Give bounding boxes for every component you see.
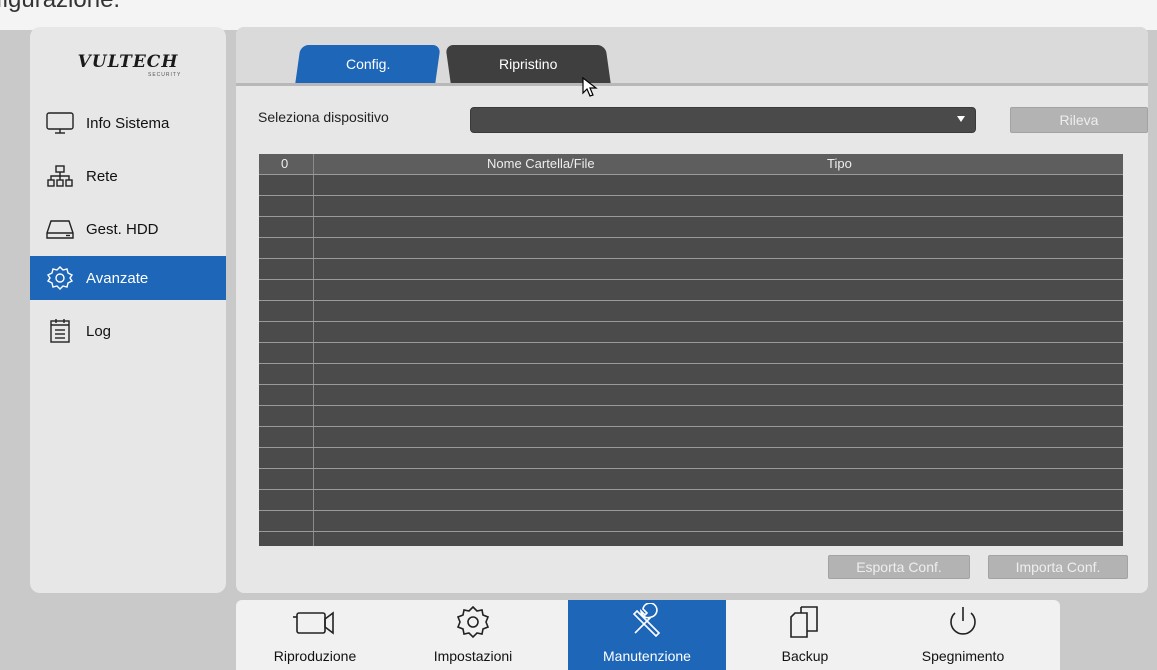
top-strip: figurazione. (0, 0, 1157, 30)
tab-bar: Config. Ripristino (236, 27, 1148, 86)
camera-icon (287, 600, 343, 644)
table-row-line (259, 426, 1123, 427)
log-icon (44, 318, 76, 344)
table-row-line (259, 174, 1123, 175)
column-header-type: Tipo (827, 156, 852, 171)
gear-icon (44, 265, 76, 291)
device-row: Seleziona dispositivo Rileva (258, 107, 1148, 133)
dock-item-label: Riproduzione (273, 648, 357, 664)
import-config-button[interactable]: Importa Conf. (988, 555, 1128, 579)
logo-subtitle: SECURITY (148, 72, 182, 78)
monitor-icon (44, 110, 76, 136)
dock-item-label: Spegnimento (921, 648, 1005, 664)
export-config-button[interactable]: Esporta Conf. (828, 555, 970, 579)
tab-config[interactable]: Config. (295, 45, 441, 83)
dock-item-impostazioni[interactable]: Impostazioni (394, 600, 552, 670)
device-select[interactable] (470, 107, 976, 133)
sidebar-item-label: Avanzate (86, 269, 149, 287)
tools-icon (627, 600, 667, 644)
logo-text: VULTECH (77, 52, 179, 72)
table-header: 0 Nome Cartella/File Tipo (259, 154, 1123, 174)
sidebar-item-label: Info Sistema (86, 114, 170, 132)
table-row-line (259, 237, 1123, 238)
sidebar-item-log[interactable]: Log (30, 309, 226, 353)
tab-label: Config. (345, 56, 391, 72)
sidebar-item-label: Log (86, 322, 112, 340)
sidebar-item-gest-hdd[interactable]: Gest. HDD (30, 207, 226, 251)
column-header-index: 0 (281, 156, 289, 171)
table-row-line (259, 300, 1123, 301)
device-label: Seleziona dispositivo (258, 109, 389, 125)
table-row-line (259, 321, 1123, 322)
mouse-cursor-icon (582, 77, 598, 97)
table-row-line (259, 531, 1123, 532)
gear-icon (453, 600, 493, 644)
tab-label: Ripristino (498, 56, 558, 72)
sidebar-item-rete[interactable]: Rete (30, 154, 226, 198)
main-panel: Config. Ripristino Seleziona dispositivo… (236, 27, 1148, 593)
table-row-line (259, 363, 1123, 364)
top-caption: figurazione. (0, 0, 120, 14)
network-icon (44, 163, 76, 189)
hdd-icon (44, 216, 76, 242)
table-row-line (259, 468, 1123, 469)
sidebar-item-label: Rete (86, 167, 118, 185)
dock-item-label: Impostazioni (433, 648, 513, 664)
dock-item-spegnimento[interactable]: Spegnimento (884, 600, 1042, 670)
chevron-down-icon (957, 116, 965, 122)
power-icon (943, 600, 983, 644)
table-row-line (259, 258, 1123, 259)
table-row-line (259, 384, 1123, 385)
table-row-line (259, 216, 1123, 217)
table-row-line (259, 279, 1123, 280)
dock-item-label: Manutenzione (603, 648, 691, 664)
dock-item-manutenzione[interactable]: Manutenzione (568, 600, 726, 670)
brand-logo: VULTECH SECURITY (30, 27, 226, 97)
table-row-line (259, 510, 1123, 511)
column-divider (313, 154, 314, 546)
sidebar-item-info-sistema[interactable]: Info Sistema (30, 101, 226, 145)
table-row-line (259, 195, 1123, 196)
dock-item-riproduzione[interactable]: Riproduzione (236, 600, 394, 670)
table-row-line (259, 489, 1123, 490)
detect-button[interactable]: Rileva (1010, 107, 1148, 133)
table-row-line (259, 405, 1123, 406)
sidebar-item-avanzate[interactable]: Avanzate (30, 256, 226, 300)
copy-icon (785, 600, 825, 644)
dock-item-label: Backup (781, 648, 829, 664)
table-row-line (259, 342, 1123, 343)
column-header-name: Nome Cartella/File (487, 156, 595, 171)
sidebar-item-label: Gest. HDD (86, 220, 159, 238)
table-row-line (259, 447, 1123, 448)
dock-item-backup[interactable]: Backup (726, 600, 884, 670)
bottom-dock: Riproduzione Impostazioni Manutenzione B… (236, 600, 1060, 670)
file-table[interactable]: 0 Nome Cartella/File Tipo (259, 154, 1123, 546)
sidebar: VULTECH SECURITY Info Sistema Rete Gest.… (30, 27, 226, 593)
